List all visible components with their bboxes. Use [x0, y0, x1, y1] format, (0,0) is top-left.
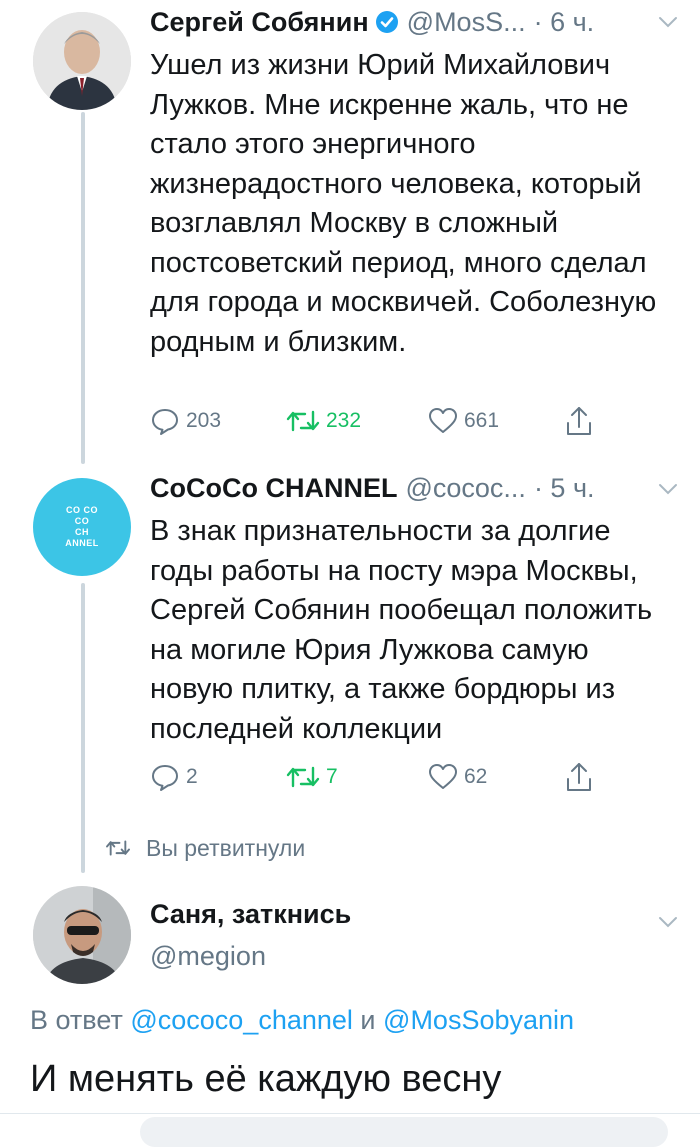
reply-icon — [152, 409, 178, 435]
retweet-count: 7 — [326, 765, 338, 788]
tweet-time[interactable]: · 5 ч. — [534, 473, 595, 504]
share-button[interactable] — [564, 403, 594, 439]
avatar[interactable] — [33, 12, 131, 110]
like-count: 661 — [464, 409, 500, 432]
chevron-down-icon[interactable] — [658, 16, 678, 28]
tweet-header: Сергей Собянин @MosS... · 6 ч. — [150, 2, 660, 42]
retweet-icon — [106, 840, 130, 856]
avatar[interactable] — [33, 886, 131, 984]
retweet-icon — [286, 410, 320, 432]
retweet-button[interactable]: 7 — [286, 759, 338, 795]
like-count: 62 — [464, 765, 488, 788]
author-handle[interactable]: @cococ... — [405, 473, 525, 504]
heart-icon — [429, 408, 457, 433]
reply-input[interactable] — [140, 1117, 668, 1147]
tweet-text: В знак признательности за долгие годы ра… — [150, 515, 653, 745]
avatar-label: CO — [74, 516, 90, 526]
retweet-count: 232 — [326, 409, 362, 432]
like-button[interactable]: 62 — [428, 759, 487, 795]
chevron-down-icon[interactable] — [658, 916, 678, 928]
reply-icon — [152, 765, 178, 791]
reply-prefix: В ответ — [30, 1005, 123, 1035]
retweet-button[interactable]: 232 — [286, 403, 361, 439]
like-button[interactable]: 661 — [428, 403, 499, 439]
tweet-text: Ушел из жизни Юрий Михайлович Лужков. Мн… — [150, 49, 657, 358]
author-handle[interactable]: @MosS... — [407, 7, 526, 38]
reply-button[interactable]: 2 — [150, 759, 198, 795]
verified-badge-icon — [375, 11, 398, 33]
heart-icon — [429, 764, 457, 789]
user-photo-icon — [33, 12, 131, 110]
avatar-label: ANNEL — [65, 538, 99, 548]
reply-button[interactable]: 203 — [150, 403, 221, 439]
avatar-label: CH — [75, 527, 89, 537]
share-icon — [567, 407, 591, 435]
divider — [0, 1113, 700, 1114]
tweet-actions: 203 232 661 — [150, 403, 600, 439]
author-name[interactable]: Сергей Собянин — [150, 7, 369, 38]
share-icon — [567, 763, 591, 791]
tweet-time[interactable]: · 6 ч. — [534, 7, 595, 38]
reply-count: 203 — [186, 409, 222, 432]
mention-link[interactable]: @cococo_channel — [130, 1005, 353, 1035]
chevron-down-icon[interactable] — [658, 483, 678, 495]
tweet-text: И менять её каждую весну — [30, 1058, 502, 1100]
share-button[interactable] — [564, 759, 594, 795]
author-name[interactable]: CoCoCo CHANNEL — [150, 473, 397, 504]
author-name[interactable]: Саня, заткнись — [150, 899, 351, 930]
retweet-icon — [286, 766, 320, 788]
mention-link[interactable]: @MosSobyanin — [383, 1005, 574, 1035]
user-photo-icon — [33, 886, 131, 984]
retweeted-indicator: Вы ретвитнули — [104, 830, 305, 866]
avatar-label: CO CO — [65, 505, 98, 515]
tweet-header: CoCoCo CHANNEL @cococ... · 5 ч. — [150, 468, 660, 508]
reply-count: 2 — [186, 765, 198, 788]
tweet-actions: 2 7 62 — [150, 759, 600, 795]
tweet-sobyanin[interactable]: Сергей Собянин @MosS... · 6 ч. Ушел из ж… — [0, 0, 700, 460]
replying-to: В ответ @cococo_channel и @MosSobyanin — [30, 1005, 574, 1036]
avatar[interactable]: CO CO CO CH ANNEL — [33, 478, 131, 576]
author-handle[interactable]: @megion — [150, 941, 266, 972]
tweet-cococo[interactable]: CO CO CO CH ANNEL CoCoCo CHANNEL @cococ.… — [0, 460, 700, 820]
retweeted-label: Вы ретвитнули — [146, 834, 306, 861]
reply-conjunction: и — [360, 1005, 376, 1035]
